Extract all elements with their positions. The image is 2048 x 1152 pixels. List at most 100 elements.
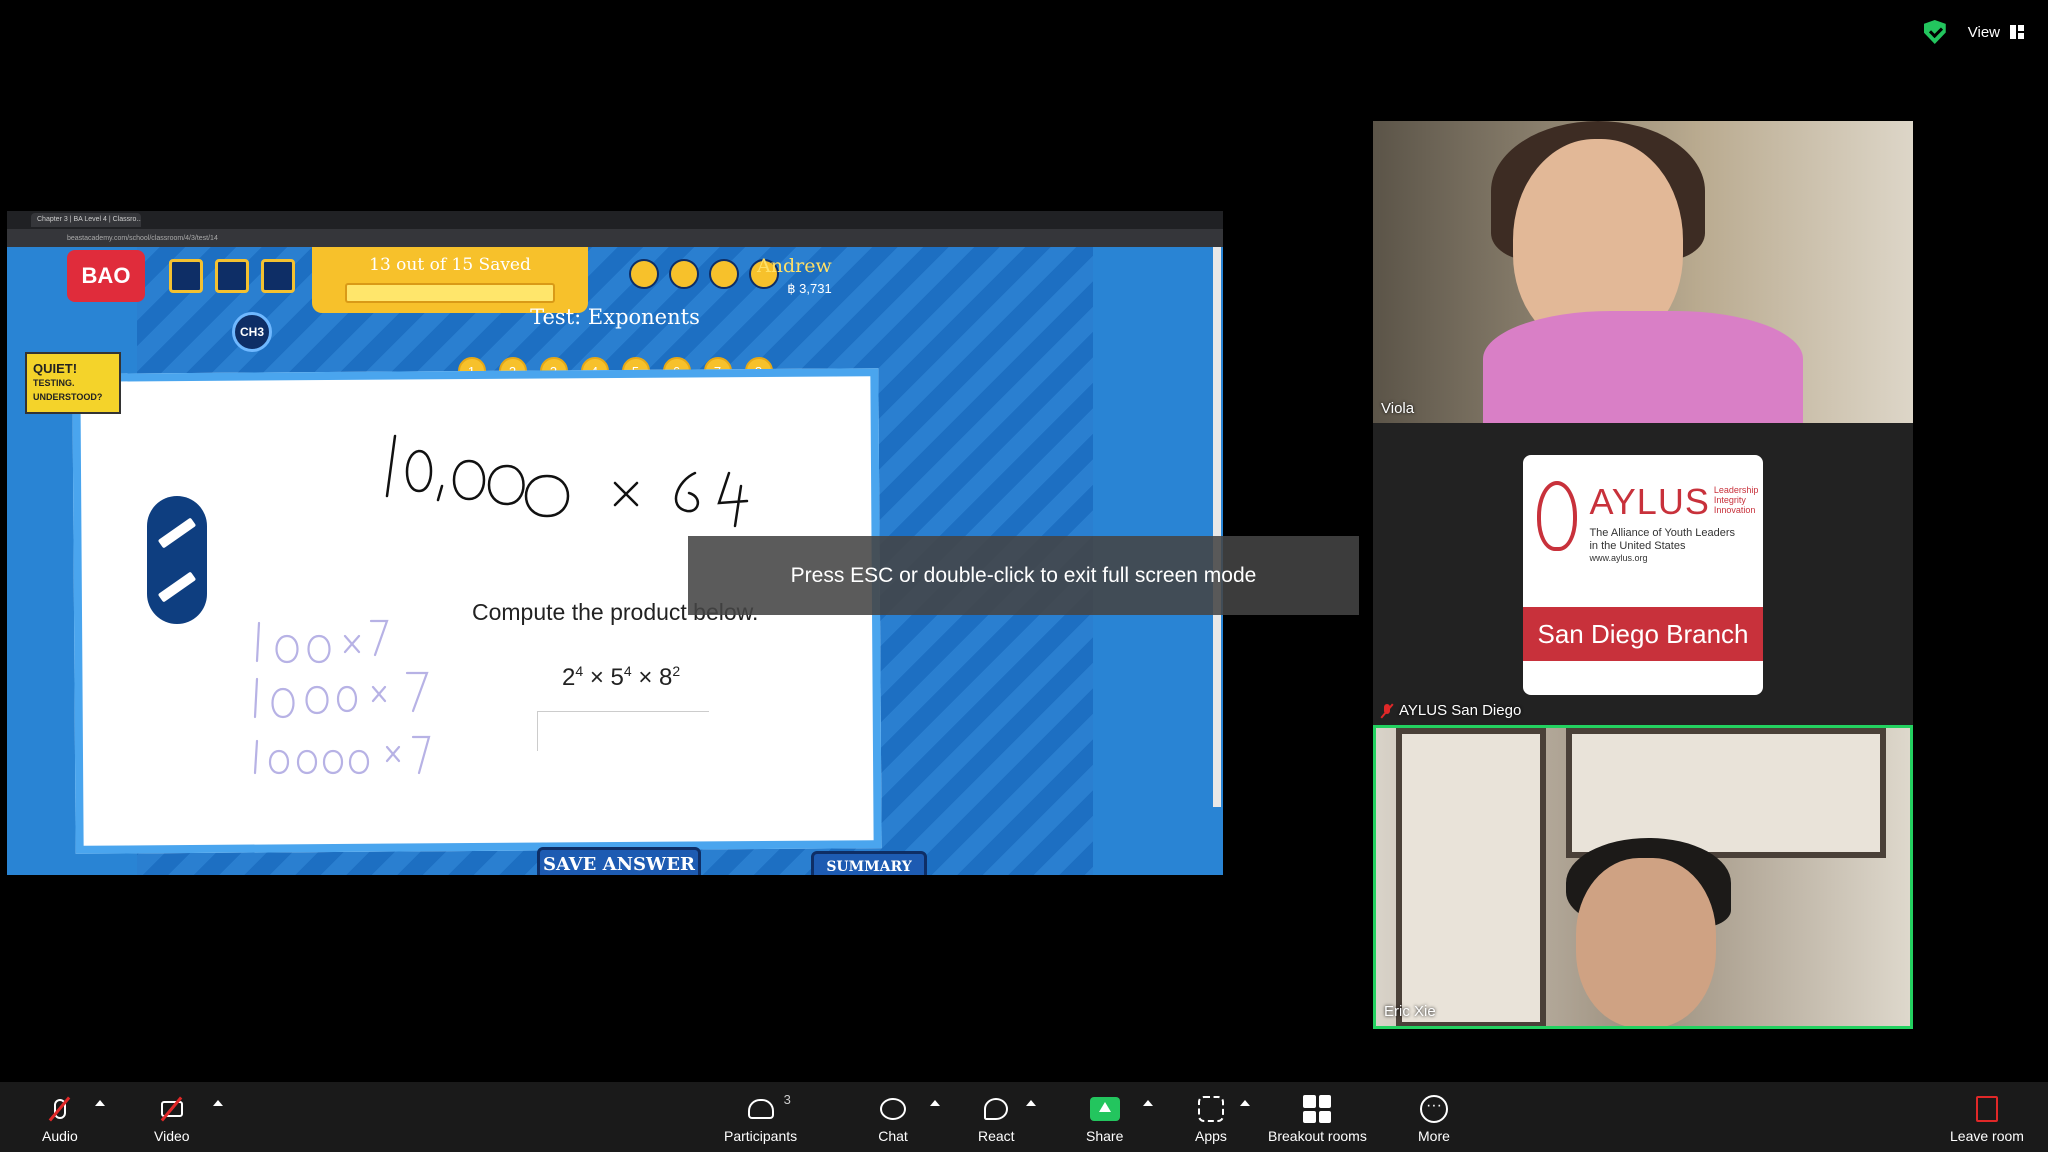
participant-name: AYLUS San Diego bbox=[1381, 702, 1521, 719]
apps-icon bbox=[1197, 1096, 1224, 1122]
browser-address-bar[interactable]: beastacademy.com/school/classroom/4/3/te… bbox=[7, 229, 1223, 247]
base-2: 5 bbox=[610, 664, 624, 691]
fullscreen-exit-toast: Press ESC or double-click to exit full s… bbox=[688, 536, 1359, 615]
saved-text: 13 out of 15 Saved bbox=[369, 255, 531, 275]
eraser-icon[interactable] bbox=[157, 571, 197, 603]
user-name: Andrew bbox=[757, 255, 832, 277]
video-camera-icon[interactable] bbox=[261, 259, 295, 293]
participant-name-label: Viola bbox=[1381, 400, 1415, 417]
base-1: 2 bbox=[562, 664, 576, 691]
chat-options-caret[interactable] bbox=[930, 1100, 940, 1106]
share-button[interactable]: Share bbox=[1086, 1094, 1123, 1144]
browser-scrollbar[interactable] bbox=[1213, 247, 1221, 807]
user-info[interactable]: Andrew ฿ 3,731 bbox=[757, 255, 832, 297]
bookshelf-right bbox=[1566, 728, 1886, 858]
home-icon[interactable] bbox=[169, 259, 203, 293]
participant-face bbox=[1576, 858, 1716, 1026]
gear-icon[interactable] bbox=[709, 259, 739, 289]
aylus-tag-2: Integrity bbox=[1713, 495, 1746, 505]
quiet-sign-line1: QUIET! bbox=[33, 361, 78, 376]
apps-label: Apps bbox=[1195, 1128, 1227, 1144]
shield-check-icon[interactable] bbox=[1923, 20, 1946, 44]
aylus-subtitle-1: The Alliance of Youth Leaders bbox=[1589, 527, 1736, 539]
bookshelf-left bbox=[1396, 728, 1546, 1026]
top-right-controls: View bbox=[1923, 20, 2024, 44]
aylus-branch: San Diego Branch bbox=[1523, 607, 1763, 661]
participant-tile-eric[interactable]: Eric Xie bbox=[1373, 725, 1913, 1029]
audio-options-caret[interactable] bbox=[95, 1100, 105, 1106]
aylus-subtitle-2: in the United States bbox=[1589, 540, 1686, 552]
chat-button[interactable]: Chat bbox=[878, 1094, 908, 1144]
book-icon[interactable] bbox=[215, 259, 249, 293]
chat-label: Chat bbox=[878, 1128, 908, 1144]
breakout-rooms-button[interactable]: Breakout rooms bbox=[1268, 1094, 1367, 1144]
aylus-title: AYLUS bbox=[1589, 481, 1710, 522]
react-options-caret[interactable] bbox=[1026, 1100, 1036, 1106]
times-2: × bbox=[638, 664, 653, 691]
meeting-toolbar: Audio Video 3 Participants Chat React Sh… bbox=[0, 1082, 2048, 1152]
participant-tile-aylus[interactable]: AYLUS Leadership Integrity Innovation Th… bbox=[1373, 423, 1913, 725]
participant-name: Viola bbox=[1381, 400, 1414, 417]
mic-muted-icon bbox=[1381, 703, 1393, 718]
leave-door-icon bbox=[1975, 1096, 1998, 1122]
apps-options-caret[interactable] bbox=[1240, 1100, 1250, 1106]
exp-1: 4 bbox=[575, 663, 584, 679]
saved-progress: 13 out of 15 Saved bbox=[312, 247, 588, 313]
quiet-sign-line2: TESTING. bbox=[33, 378, 75, 388]
participant-sweater bbox=[1483, 311, 1803, 423]
math-expression: 24 × 54 × 82 bbox=[562, 663, 680, 692]
help-icon[interactable] bbox=[669, 259, 699, 289]
browser-tabstrip: Chapter 3 | BA Level 4 | Classro... bbox=[7, 211, 1223, 229]
pencil-icon[interactable] bbox=[157, 517, 197, 549]
drawing-tools bbox=[147, 496, 207, 624]
exp-3: 2 bbox=[672, 663, 681, 679]
aylus-tag-3: Innovation bbox=[1713, 505, 1756, 515]
award-icon[interactable] bbox=[629, 259, 659, 289]
leave-room-button[interactable]: Leave room bbox=[1950, 1094, 2024, 1144]
participant-name: Eric Xie bbox=[1384, 1003, 1436, 1020]
participants-button[interactable]: 3 Participants bbox=[724, 1092, 798, 1144]
gallery-view-icon bbox=[2010, 25, 2024, 39]
coin-balance: ฿ 3,731 bbox=[787, 281, 832, 296]
aylus-tag-1: Leadership bbox=[1713, 485, 1759, 495]
apps-button[interactable]: Apps bbox=[1195, 1094, 1227, 1144]
test-title: Test: Exponents bbox=[530, 305, 700, 329]
audio-label: Audio bbox=[42, 1128, 78, 1144]
audio-button[interactable]: Audio bbox=[42, 1094, 78, 1144]
base-3: 8 bbox=[659, 664, 673, 691]
summary-button[interactable]: SUMMARY bbox=[811, 851, 927, 875]
more-button[interactable]: ··· More bbox=[1418, 1094, 1450, 1144]
answer-input[interactable] bbox=[537, 711, 709, 751]
share-screen-icon bbox=[1089, 1097, 1120, 1121]
breakout-rooms-label: Breakout rooms bbox=[1268, 1128, 1367, 1144]
participants-label: Participants bbox=[724, 1128, 798, 1144]
participant-name-label: AYLUS San Diego bbox=[1399, 702, 1522, 719]
quiet-sign-line3: UNDERSTOOD? bbox=[33, 392, 103, 402]
chat-icon bbox=[880, 1098, 906, 1120]
torch-logo-icon bbox=[1537, 481, 1577, 551]
share-label: Share bbox=[1086, 1128, 1124, 1144]
exp-2: 4 bbox=[623, 663, 632, 679]
participant-name-label: Eric Xie bbox=[1384, 1003, 1436, 1020]
times-1: × bbox=[589, 664, 604, 691]
react-label: React bbox=[978, 1128, 1015, 1144]
aylus-url: www.aylus.org bbox=[1589, 553, 1648, 563]
save-answer-button[interactable]: SAVE ANSWER bbox=[537, 847, 701, 875]
aylus-logo-card: AYLUS Leadership Integrity Innovation Th… bbox=[1523, 455, 1763, 695]
view-button[interactable]: View bbox=[1968, 24, 2024, 41]
video-button[interactable]: Video bbox=[154, 1094, 190, 1144]
browser-tab[interactable]: Chapter 3 | BA Level 4 | Classro... bbox=[31, 213, 141, 227]
react-button[interactable]: React bbox=[978, 1094, 1015, 1144]
leave-room-label: Leave room bbox=[1950, 1128, 2024, 1144]
view-label: View bbox=[1967, 23, 2000, 41]
participants-count: 3 bbox=[783, 1092, 791, 1107]
more-label: More bbox=[1418, 1128, 1450, 1144]
participants-icon bbox=[747, 1099, 774, 1119]
more-icon: ··· bbox=[1419, 1095, 1448, 1123]
participant-tile-viola[interactable]: Viola bbox=[1373, 121, 1913, 423]
share-options-caret[interactable] bbox=[1143, 1100, 1153, 1106]
saved-progress-bar bbox=[345, 283, 555, 303]
breakout-rooms-icon bbox=[1303, 1095, 1332, 1123]
bao-logo[interactable]: BAO bbox=[67, 250, 145, 302]
video-options-caret[interactable] bbox=[213, 1100, 223, 1106]
